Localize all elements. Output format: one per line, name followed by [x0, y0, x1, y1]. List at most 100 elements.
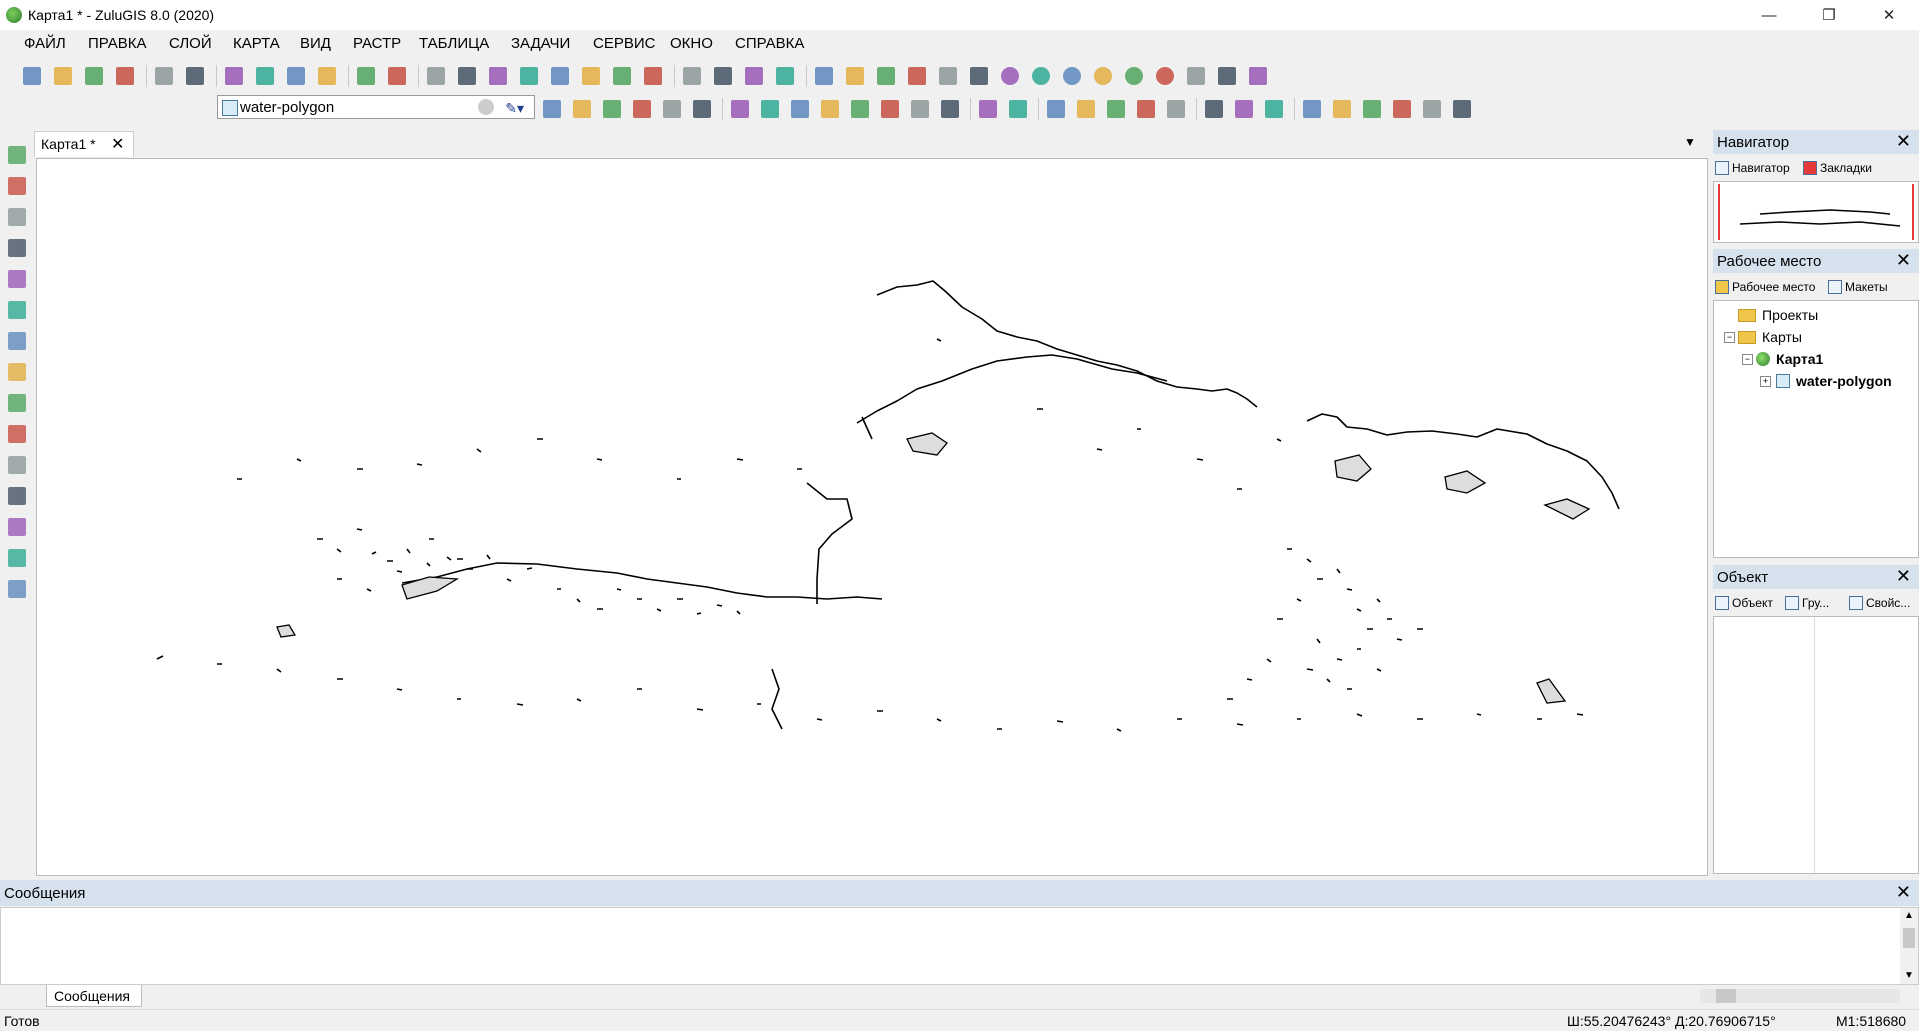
- tab-messages[interactable]: Сообщения: [46, 985, 142, 1007]
- menu-tasks[interactable]: ЗАДАЧИ: [511, 35, 570, 52]
- messages-body[interactable]: ▲ ▼: [0, 907, 1919, 985]
- select-poly-icon[interactable]: [5, 236, 29, 260]
- edit-icon[interactable]: [548, 64, 572, 88]
- shape1-icon[interactable]: [1300, 97, 1324, 121]
- print-icon[interactable]: [113, 64, 137, 88]
- minimize-button[interactable]: —: [1746, 0, 1792, 30]
- tab-workspace[interactable]: Рабочее место: [1715, 277, 1815, 296]
- tag-icon[interactable]: [1202, 97, 1226, 121]
- measure-icon[interactable]: [5, 515, 29, 539]
- close-button[interactable]: ✕: [1866, 0, 1912, 30]
- map-canvas[interactable]: [36, 158, 1708, 876]
- new-file-icon[interactable]: [20, 64, 44, 88]
- tab-map1[interactable]: Карта1 * ✕: [34, 131, 134, 157]
- tree-item-maps[interactable]: Карты: [1738, 329, 1802, 345]
- full-extent-icon[interactable]: [5, 298, 29, 322]
- add-layer-icon[interactable]: [517, 64, 541, 88]
- menu-window[interactable]: ОКНО: [670, 35, 713, 52]
- menu-edit[interactable]: ПРАВКА: [88, 35, 147, 52]
- cross-icon[interactable]: [1450, 97, 1474, 121]
- restore-button[interactable]: ❐: [1806, 0, 1852, 30]
- menu-view[interactable]: ВИД: [300, 35, 331, 52]
- layer-select[interactable]: water-polygon ✎▾: [217, 95, 535, 119]
- layer-settings-icon[interactable]: [600, 97, 624, 121]
- messages-scrollbar[interactable]: ▲ ▼: [1900, 908, 1918, 984]
- copy-icon[interactable]: [253, 64, 277, 88]
- paste-icon[interactable]: [284, 64, 308, 88]
- filter-off-icon[interactable]: [5, 577, 29, 601]
- info-icon[interactable]: [5, 422, 29, 446]
- add-layer-icon[interactable]: [540, 97, 564, 121]
- save-icon[interactable]: [82, 64, 106, 88]
- layer-clear-icon[interactable]: [478, 99, 494, 115]
- tab-navigator[interactable]: Навигатор: [1715, 158, 1790, 177]
- window-icon[interactable]: [486, 64, 510, 88]
- refresh-icon[interactable]: [5, 267, 29, 291]
- shape5-icon[interactable]: [1420, 97, 1444, 121]
- pan-hand-icon[interactable]: [5, 391, 29, 415]
- opc-icon[interactable]: [1091, 64, 1115, 88]
- t-icon[interactable]: [1153, 64, 1177, 88]
- menu-service[interactable]: СЕРВИС: [593, 35, 655, 52]
- tab-properties[interactable]: Свойс...: [1849, 593, 1910, 612]
- tab-dropdown-icon[interactable]: ▼: [1684, 135, 1696, 149]
- select-rect-icon[interactable]: [5, 174, 29, 198]
- cut-icon[interactable]: [222, 64, 246, 88]
- db2-icon[interactable]: [848, 97, 872, 121]
- filter-tool-icon[interactable]: [758, 97, 782, 121]
- select-lasso-icon[interactable]: [5, 205, 29, 229]
- tab-close-icon[interactable]: ✕: [111, 134, 124, 154]
- binoculars-icon[interactable]: [5, 453, 29, 477]
- table-icon[interactable]: [579, 64, 603, 88]
- chart-icon[interactable]: [874, 64, 898, 88]
- tree-item-map1[interactable]: Карта1: [1756, 351, 1823, 367]
- delete-icon[interactable]: [315, 64, 339, 88]
- redo-icon[interactable]: [385, 64, 409, 88]
- menu-help[interactable]: СПРАВКА: [735, 35, 804, 52]
- chart4-icon[interactable]: [967, 64, 991, 88]
- copy-obj-icon[interactable]: [1134, 97, 1158, 121]
- help-icon[interactable]: [641, 64, 665, 88]
- undo-icon[interactable]: [354, 64, 378, 88]
- tree-expand-icon[interactable]: +: [1760, 376, 1771, 387]
- grid-icon[interactable]: [773, 64, 797, 88]
- workspace-close-icon[interactable]: ✕: [1896, 250, 1911, 271]
- back-icon[interactable]: [976, 97, 1000, 121]
- scroll-thumb[interactable]: [1903, 928, 1915, 948]
- horizontal-scrollbar[interactable]: [1700, 989, 1900, 1003]
- select-doc-icon[interactable]: [742, 64, 766, 88]
- search-icon[interactable]: [610, 64, 634, 88]
- layer-edit-icon[interactable]: [630, 97, 654, 121]
- export-icon[interactable]: [183, 64, 207, 88]
- print-preview-icon[interactable]: [152, 64, 176, 88]
- layer-props-icon[interactable]: [424, 64, 448, 88]
- doc2-icon[interactable]: [711, 64, 735, 88]
- menu-table[interactable]: ТАБЛИЦА: [419, 35, 489, 52]
- scale2-icon[interactable]: [1262, 97, 1286, 121]
- h-icon[interactable]: [1060, 64, 1084, 88]
- select-tool-icon[interactable]: [728, 97, 752, 121]
- menu-map[interactable]: КАРТА: [233, 35, 280, 52]
- forward-icon[interactable]: [1006, 97, 1030, 121]
- node-icon[interactable]: [788, 97, 812, 121]
- navigator-preview[interactable]: [1713, 181, 1919, 243]
- shape2-icon[interactable]: [1330, 97, 1354, 121]
- shape3-icon[interactable]: [1360, 97, 1384, 121]
- g-icon[interactable]: [1029, 64, 1053, 88]
- remove-layer-icon[interactable]: [570, 97, 594, 121]
- menu-raster[interactable]: РАСТР: [353, 35, 401, 52]
- share-icon[interactable]: [878, 97, 902, 121]
- doc-icon[interactable]: [680, 64, 704, 88]
- marker-icon[interactable]: [938, 97, 962, 121]
- pause-icon[interactable]: [1215, 64, 1239, 88]
- union-icon[interactable]: [1164, 97, 1188, 121]
- graph-icon[interactable]: [1246, 64, 1270, 88]
- navigate-icon[interactable]: [5, 484, 29, 508]
- chart3-icon[interactable]: [936, 64, 960, 88]
- object-close-icon[interactable]: ✕: [1896, 566, 1911, 587]
- split-icon[interactable]: [908, 97, 932, 121]
- zoom-out-icon[interactable]: [5, 360, 29, 384]
- d-icon[interactable]: [998, 64, 1022, 88]
- net-icon[interactable]: [812, 64, 836, 88]
- scroll-up-icon[interactable]: ▲: [1904, 910, 1914, 921]
